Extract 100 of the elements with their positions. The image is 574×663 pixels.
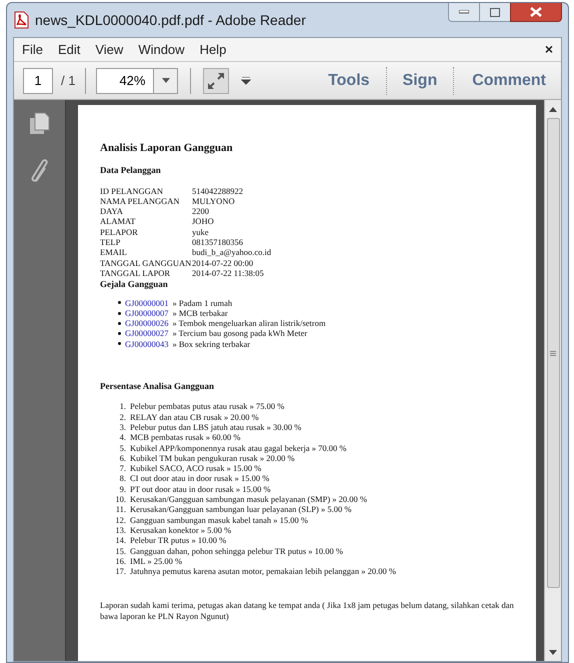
field-label: TANGGAL LAPOR <box>100 268 172 278</box>
field-value: JOHO <box>192 216 214 227</box>
minimize-icon <box>459 10 469 14</box>
bullet-icon <box>118 312 121 314</box>
page-total: / 1 <box>61 72 76 90</box>
document-title: Analisis Laporan Gangguan <box>100 143 234 154</box>
field-label: TANGGAL GANGGUAN <box>100 258 192 268</box>
analysis-item: Kubikel SACO, ACO rusak » 15.00 % <box>130 463 262 474</box>
tools-tab[interactable]: Tools <box>312 68 386 92</box>
section-heading: Data Pelanggan <box>100 165 162 176</box>
field-value: 2014-07-22 11:38:05 <box>192 268 264 278</box>
symptom-code-link[interactable]: GJ00000027 <box>125 328 168 339</box>
field-value: yuke <box>192 226 209 238</box>
menu-item[interactable]: File <box>22 40 43 60</box>
scroll-thumb[interactable] <box>546 118 560 588</box>
field-value: budi_b_a@yahoo.co.id <box>192 247 272 258</box>
symptom-text: » MCB terbakar <box>172 308 228 318</box>
analysis-item: Kerusakan konektor » 5.00 % <box>130 524 232 536</box>
caret-icon <box>162 78 170 83</box>
field-value: 514042288922 <box>192 186 243 196</box>
section-heading: Persentase Analisa Gangguan <box>100 381 216 392</box>
list-number: 3. <box>118 422 126 432</box>
minimize-button[interactable] <box>448 3 480 22</box>
list-number: 10. <box>114 494 126 504</box>
analysis-item: Pelebur putus dan LBS jatuh atau rusak » 30.00 % <box>130 422 302 432</box>
field-label: EMAIL <box>100 247 128 258</box>
bullet-icon <box>118 342 121 346</box>
symptom-code-link[interactable]: GJ00000026 <box>125 318 168 328</box>
restore-icon <box>490 8 500 16</box>
field-value: 2014-07-22 00:00 <box>192 258 254 268</box>
sign-tab[interactable]: Sign <box>386 68 454 92</box>
list-number: 15. <box>114 546 126 556</box>
list-number: 7. <box>118 463 126 474</box>
paperclip-icon[interactable] <box>30 158 50 184</box>
window-title: news_KDL0000040.pdf.pdf - Adobe Reader <box>35 10 306 30</box>
bullet-icon <box>118 301 121 304</box>
grip-icon <box>550 350 556 356</box>
symptom-code-link[interactable]: GJ00000001 <box>125 298 168 308</box>
list-number: 16. <box>114 556 126 566</box>
field-label: PELAPOR <box>100 226 139 238</box>
menu-item[interactable]: Help <box>200 40 226 60</box>
field-label: DAYA <box>100 206 124 216</box>
list-number: 14. <box>114 535 126 546</box>
toolbar-menu-icon[interactable] <box>241 76 252 84</box>
analysis-item: Jatuhnya pemutus karena asutan motor, pemakaian lebih pelanggan » 20.00 % <box>130 566 396 576</box>
analysis-item: MCB pembatas rusak » 60.00 % <box>130 432 240 443</box>
analysis-item: RELAY dan atau CB rusak » 20.00 % <box>130 412 259 422</box>
section-heading: Gejala Gangguan <box>100 279 169 290</box>
comment-tab[interactable]: Comment <box>454 68 552 92</box>
list-number: 8. <box>118 473 126 484</box>
symptom-text: » Box sekring terbakar <box>172 338 250 350</box>
list-number: 9. <box>118 484 126 494</box>
symptom-code-link[interactable]: GJ00000043 <box>125 338 168 350</box>
list-number: 12. <box>114 514 126 525</box>
list-number: 4. <box>118 432 126 443</box>
field-label: ID PELANGGAN <box>100 186 164 196</box>
field-value: 2200 <box>192 206 209 216</box>
list-number: 17. <box>114 566 126 576</box>
analysis-item: PT out door atau in door rusak » 15.00 % <box>130 484 271 494</box>
analysis-item: Pelebur pembatas putus atau rusak » 75.00 % <box>130 401 284 412</box>
close-icon <box>530 7 542 17</box>
maximize-button[interactable] <box>480 3 510 22</box>
close-document-button[interactable]: × <box>544 39 553 60</box>
list-number: 2. <box>118 412 126 422</box>
symptom-code-link[interactable]: GJ00000007 <box>125 308 168 318</box>
analysis-item: Pelebur TR putus » 10.00 % <box>130 535 226 546</box>
analysis-item: Kerusakan/Gangguan sambungan luar pelayanan (SLP) » 5.00 % <box>130 504 352 515</box>
confirmation-paragraph: Laporan sudah kami terima, petugas akan datang ke tempat anda ( Jika 1x8 jam petugas belum datang, silahkan cetak dan bawa laporan ke PLN Rayon Ngunut) <box>100 600 515 621</box>
bullet-icon <box>118 322 121 325</box>
list-number: 11. <box>114 504 126 515</box>
list-number: 5. <box>118 442 126 453</box>
field-value: 081357180356 <box>192 237 243 248</box>
zoom-dropdown[interactable]: 42% <box>96 68 178 94</box>
symptom-text: » Padam 1 rumah <box>172 298 232 308</box>
analysis-item: IML » 25.00 % <box>130 556 182 566</box>
menu-item[interactable]: Edit <box>58 40 80 60</box>
pages-icon[interactable] <box>28 112 50 136</box>
analysis-item: Gangguan dahan, pohon sehingga pelebur TR putus » 10.00 % <box>130 546 344 556</box>
field-label: TELP <box>100 237 122 248</box>
vertical-scrollbar[interactable] <box>544 100 561 661</box>
analysis-item: Gangguan sambungan masuk kabel tanah » 15.00 % <box>130 514 308 525</box>
page-number-field[interactable]: 1 <box>23 68 53 94</box>
analysis-item: Kubikel TM bukan pengukuran rusak » 20.00 % <box>130 452 295 464</box>
analysis-item: Kerusakan/Gangguan sambungan masuk pelayanan (SMP) » 20.00 % <box>130 494 368 504</box>
list-number: 1. <box>118 401 126 412</box>
bullet-icon <box>118 332 121 336</box>
field-value: MULYONO <box>192 196 235 206</box>
pdf-file-icon <box>13 11 29 29</box>
symptom-text: » Tercium bau gosong pada kWh Meter <box>172 328 308 339</box>
symptom-text: » Tembok mengeluarkan aliran listrik/setrom <box>172 318 326 328</box>
menu-item[interactable]: View <box>95 40 124 60</box>
field-label: ALAMAT <box>100 216 136 227</box>
analysis-item: Kubikel APP/komponennya rusak atau gagal bekerja » 70.00 % <box>130 442 346 453</box>
full-screen-button[interactable] <box>203 68 230 94</box>
analysis-item: CI out door atau in door rusak » 15.00 % <box>130 473 270 484</box>
close-button[interactable] <box>510 3 562 22</box>
diagonal-arrows-icon <box>207 72 226 90</box>
menu-item[interactable]: Window <box>138 40 185 60</box>
field-label: NAMA PELANGGAN <box>100 196 181 206</box>
list-number: 13. <box>114 524 126 536</box>
